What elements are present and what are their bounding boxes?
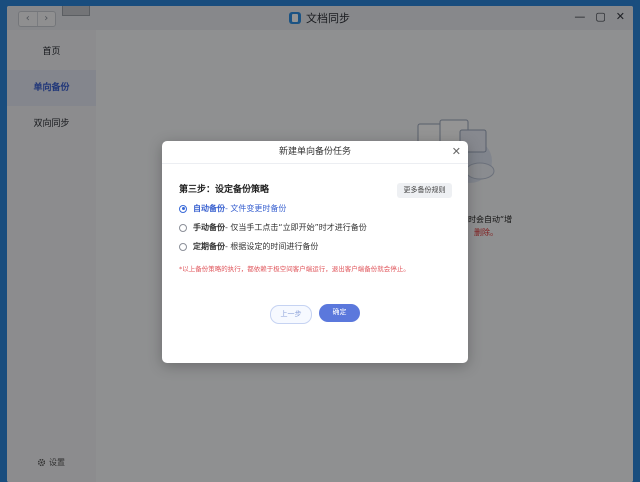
option-auto-backup[interactable]: 自动备份 - 文件变更时备份 <box>179 203 286 214</box>
radio-auto-backup[interactable] <box>179 204 187 213</box>
option-desc: - 根据设定的时间进行备份 <box>225 242 319 251</box>
strategy-note: *以上备份策略的执行，都依赖于极空间客户端运行，退出客户端备份就会停止。 <box>179 265 410 273</box>
new-backup-task-dialog: 新建单向备份任务 ✕ 第三步：设定备份策略 更多备份规则 自动备份 - 文件变更… <box>162 141 468 363</box>
dialog-title: 新建单向备份任务 <box>162 141 468 164</box>
step-heading: 第三步：设定备份策略 <box>179 185 270 195</box>
close-icon[interactable]: ✕ <box>452 146 461 157</box>
option-desc: - 仅当手工点击“立即开始”时才进行备份 <box>225 223 367 232</box>
more-backup-rules-button[interactable]: 更多备份规则 <box>397 183 452 198</box>
option-scheduled-backup[interactable]: 定期备份 - 根据设定的时间进行备份 <box>179 241 318 252</box>
option-manual-backup[interactable]: 手动备份 - 仅当手工点击“立即开始”时才进行备份 <box>179 222 367 233</box>
option-name: 手动备份 <box>193 223 225 232</box>
radio-manual-backup[interactable] <box>179 223 187 232</box>
option-desc: - 文件变更时备份 <box>225 204 287 213</box>
previous-step-button[interactable]: 上一步 <box>270 305 312 324</box>
option-name: 定期备份 <box>193 242 225 251</box>
confirm-button[interactable]: 确定 <box>319 304 360 322</box>
option-name: 自动备份 <box>193 204 225 213</box>
radio-scheduled-backup[interactable] <box>179 242 187 251</box>
